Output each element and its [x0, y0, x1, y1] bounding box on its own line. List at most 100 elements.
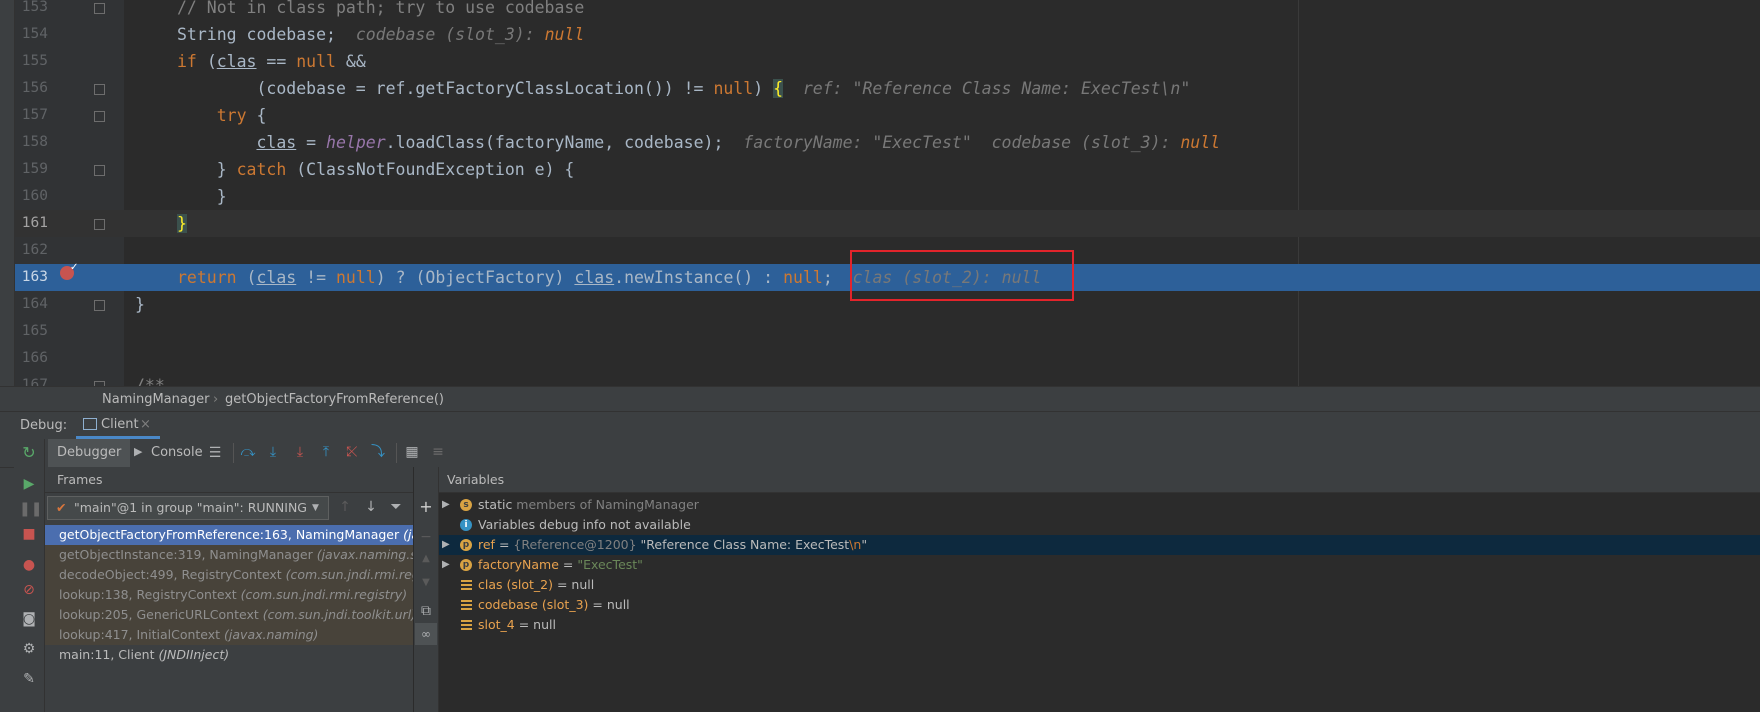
fold-marker-icon[interactable] [94, 219, 105, 230]
variable-row[interactable]: i Variables debug info not available [439, 515, 1760, 535]
minus-icon[interactable]: − [416, 529, 436, 545]
code-line[interactable]: 154 String codebase; codebase (slot_3): n… [14, 21, 1760, 48]
code-text[interactable]: String codebase; codebase (slot_3): null [177, 21, 584, 48]
line-number: 154 [21, 26, 48, 42]
expand-arrow-icon[interactable]: ▶ [442, 495, 450, 515]
variable-row[interactable]: ▶ s static members of NamingManager [439, 495, 1760, 515]
code-line[interactable]: 160 } [14, 183, 1760, 210]
fold-marker-icon[interactable] [94, 111, 105, 122]
menu-icon[interactable]: ☰ [205, 445, 225, 461]
thread-selector[interactable]: ✔ "main"@1 in group "main": RUNNING ▼ [47, 496, 329, 520]
frame-item[interactable]: decodeObject:499, RegistryContext (com.s… [45, 565, 413, 585]
code-editor[interactable]: 153 // Not in class path; try to use code… [0, 0, 1760, 386]
frame-package: (javax.naming) [224, 627, 319, 642]
code-text[interactable]: if (clas == null && [177, 48, 366, 75]
frame-item[interactable]: lookup:417, InitialContext (javax.naming… [45, 625, 413, 645]
arrow-down-icon[interactable]: ↓ [361, 499, 381, 515]
camera-icon[interactable]: ◙ [19, 611, 39, 627]
mute-breakpoints-icon[interactable]: ⊘ [19, 582, 39, 598]
copy-icon[interactable]: ⧉ [416, 603, 436, 619]
tab-console[interactable]: ▶ Console [134, 439, 203, 467]
highlight-annotation-box [850, 250, 1074, 301]
stop-icon[interactable]: ■ [19, 526, 39, 542]
fold-marker-icon[interactable] [94, 3, 105, 14]
move-down-icon[interactable]: ▼ [416, 575, 436, 591]
expand-arrow-icon[interactable]: ▶ [442, 535, 450, 555]
code-text[interactable]: try { [177, 102, 267, 129]
drop-frame-icon[interactable]: ⤪ [342, 444, 362, 460]
move-up-icon[interactable]: ▲ [416, 551, 436, 567]
debug-session-tab[interactable]: Client × [76, 412, 160, 439]
add-watch-icon[interactable]: + [416, 499, 436, 515]
code-line[interactable]: 165 [14, 318, 1760, 345]
code-line[interactable]: 155 if (clas == null && [14, 48, 1760, 75]
step-over-icon[interactable]: ⤼ [238, 444, 258, 460]
glasses-button[interactable]: ∞ [415, 623, 437, 645]
fold-marker-icon[interactable] [94, 165, 105, 176]
code-text[interactable]: } catch (ClassNotFoundException e) { [177, 156, 575, 183]
code-token: null [783, 268, 823, 287]
line-number: 162 [21, 242, 48, 258]
code-text[interactable]: } [135, 291, 145, 318]
code-token: null [713, 79, 754, 98]
code-text[interactable]: (codebase = ref.getFactoryClassLocation(… [177, 75, 1190, 102]
code-line[interactable]: 156 (codebase = ref.getFactoryClassLocat… [14, 75, 1760, 102]
pin-icon[interactable]: ✎ [19, 671, 39, 687]
code-line[interactable]: 158 clas = helper.loadClass(factoryName,… [14, 129, 1760, 156]
code-text[interactable]: /** [135, 372, 165, 386]
code-text[interactable]: clas = helper.loadClass(factoryName, cod… [177, 129, 1220, 156]
code-token: .loadClass(factoryName, codebase); [385, 133, 744, 152]
filter-icon[interactable]: ⏷ [386, 499, 406, 515]
line-number: 155 [21, 53, 48, 69]
code-line[interactable]: 167 /** [14, 372, 1760, 386]
variable-row[interactable]: ▶ p ref = {Reference@1200} "Reference Clas… [439, 535, 1760, 555]
code-text[interactable]: } [177, 210, 187, 237]
code-token: clas [256, 133, 297, 152]
code-token: } [177, 187, 227, 206]
variable-row[interactable]: slot_4 = null [439, 615, 1760, 635]
fold-marker-icon[interactable] [94, 300, 105, 311]
trace-icon[interactable]: ≡ [428, 444, 448, 460]
variable-name: factoryName [478, 557, 559, 572]
frame-item[interactable]: getObjectFactoryFromReference:163, Namin… [45, 525, 413, 545]
line-number: 157 [21, 107, 48, 123]
variable-row[interactable]: codebase (slot_3) = null [439, 595, 1760, 615]
fold-marker-icon[interactable] [94, 84, 105, 95]
arrow-up-icon[interactable]: ↑ [335, 499, 355, 515]
close-icon[interactable]: × [140, 417, 151, 432]
step-out-icon[interactable]: ⤒ [316, 444, 336, 460]
run-to-cursor-icon[interactable]: ⤵ [368, 444, 388, 460]
evaluate-icon[interactable]: ▦ [402, 444, 422, 460]
variable-row[interactable]: clas (slot_2) = null [439, 575, 1760, 595]
code-text[interactable]: } [177, 183, 227, 210]
resume-icon[interactable]: ▶ [19, 476, 39, 492]
console-icon: ▶ [134, 445, 143, 458]
frame-item[interactable]: getObjectInstance:319, NamingManager (ja… [45, 545, 413, 565]
code-line[interactable]: 166 [14, 345, 1760, 372]
frame-item[interactable]: main:11, Client (JNDIInject) [45, 645, 413, 665]
breadcrumb-class[interactable]: NamingManager [102, 387, 209, 412]
breadcrumb-method[interactable]: getObjectFactoryFromReference() [225, 387, 444, 412]
code-line[interactable]: 153 // Not in class path; try to use code… [14, 0, 1760, 21]
frame-item[interactable]: lookup:138, RegistryContext (com.sun.jnd… [45, 585, 413, 605]
settings-icon[interactable]: ⚙ [19, 641, 39, 657]
code-token: } [135, 295, 145, 314]
pause-icon[interactable]: ❚❚ [19, 501, 42, 517]
code-token: // Not in class path; try to use codebas… [177, 0, 585, 17]
expand-arrow-icon[interactable]: ▶ [442, 555, 450, 575]
rerun-icon[interactable]: ↻ [19, 445, 39, 461]
code-text[interactable]: // Not in class path; try to use codebas… [177, 0, 584, 21]
frame-method: decodeObject:499, RegistryContext [59, 567, 286, 582]
variable-row[interactable]: ▶ p factoryName = "ExecTest" [439, 555, 1760, 575]
frame-item[interactable]: lookup:205, GenericURLContext (com.sun.j… [45, 605, 413, 625]
variable-eq: = [514, 617, 534, 632]
code-line[interactable]: 161} [14, 210, 1760, 237]
tab-debugger[interactable]: Debugger [48, 439, 130, 467]
force-step-into-icon[interactable]: ⤓ [290, 444, 310, 460]
view-breakpoints-icon[interactable]: ● [19, 557, 39, 573]
code-line[interactable]: 157 try { [14, 102, 1760, 129]
code-line[interactable]: 159 } catch (ClassNotFoundException e) { [14, 156, 1760, 183]
step-into-icon[interactable]: ⤓ [263, 444, 283, 460]
code-token: (codebase = ref.getFactoryClassLocation(… [177, 79, 714, 98]
debug-label: Debug: [20, 418, 68, 433]
